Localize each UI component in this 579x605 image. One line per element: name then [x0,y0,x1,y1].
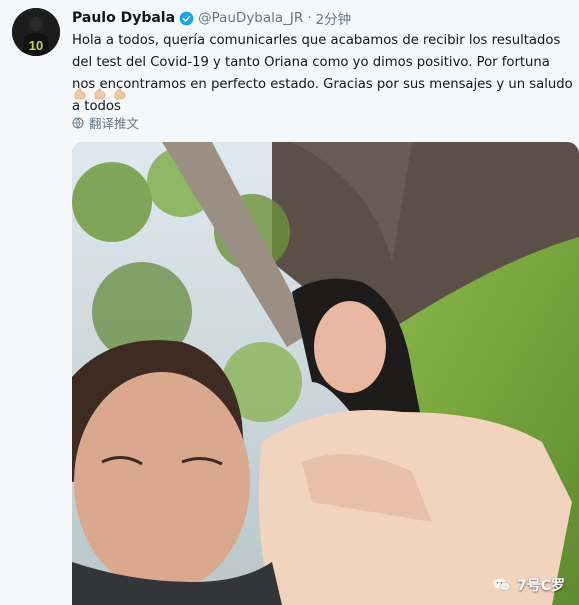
globe-icon [72,117,84,128]
translate-label: 翻译推文 [89,116,140,131]
tweet-header: Paulo Dybala @PauDybala_JR · 2分钟 [72,8,351,28]
verified-badge-icon [179,11,194,25]
flexed-biceps-icon [114,88,126,100]
photo-image [72,142,579,605]
tweet-photo[interactable]: 7号C罗 [72,142,579,605]
separator-dot: · [307,10,312,26]
timestamp[interactable]: 2分钟 [316,8,352,28]
flexed-biceps-icon [74,88,86,100]
svg-text:10: 10 [29,38,43,53]
flexed-biceps-icon [94,88,106,100]
translate-tweet-link[interactable]: 翻译推文 [72,113,139,132]
handle[interactable]: @PauDybala_JR [198,10,303,26]
avatar-image: 10 [12,8,60,56]
tweet-text: Hola a todos, quería comunicarles que ac… [72,33,573,114]
tweet: 10 Paulo Dybala @PauDybala_JR · 2分钟 Hola… [0,0,579,605]
emoji-row [72,86,128,102]
display-name[interactable]: Paulo Dybala [72,10,175,26]
watermark-text: 7号C罗 [516,578,565,594]
wechat-icon [493,578,511,591]
avatar[interactable]: 10 [12,8,60,56]
watermark: 7号C罗 [493,575,565,595]
